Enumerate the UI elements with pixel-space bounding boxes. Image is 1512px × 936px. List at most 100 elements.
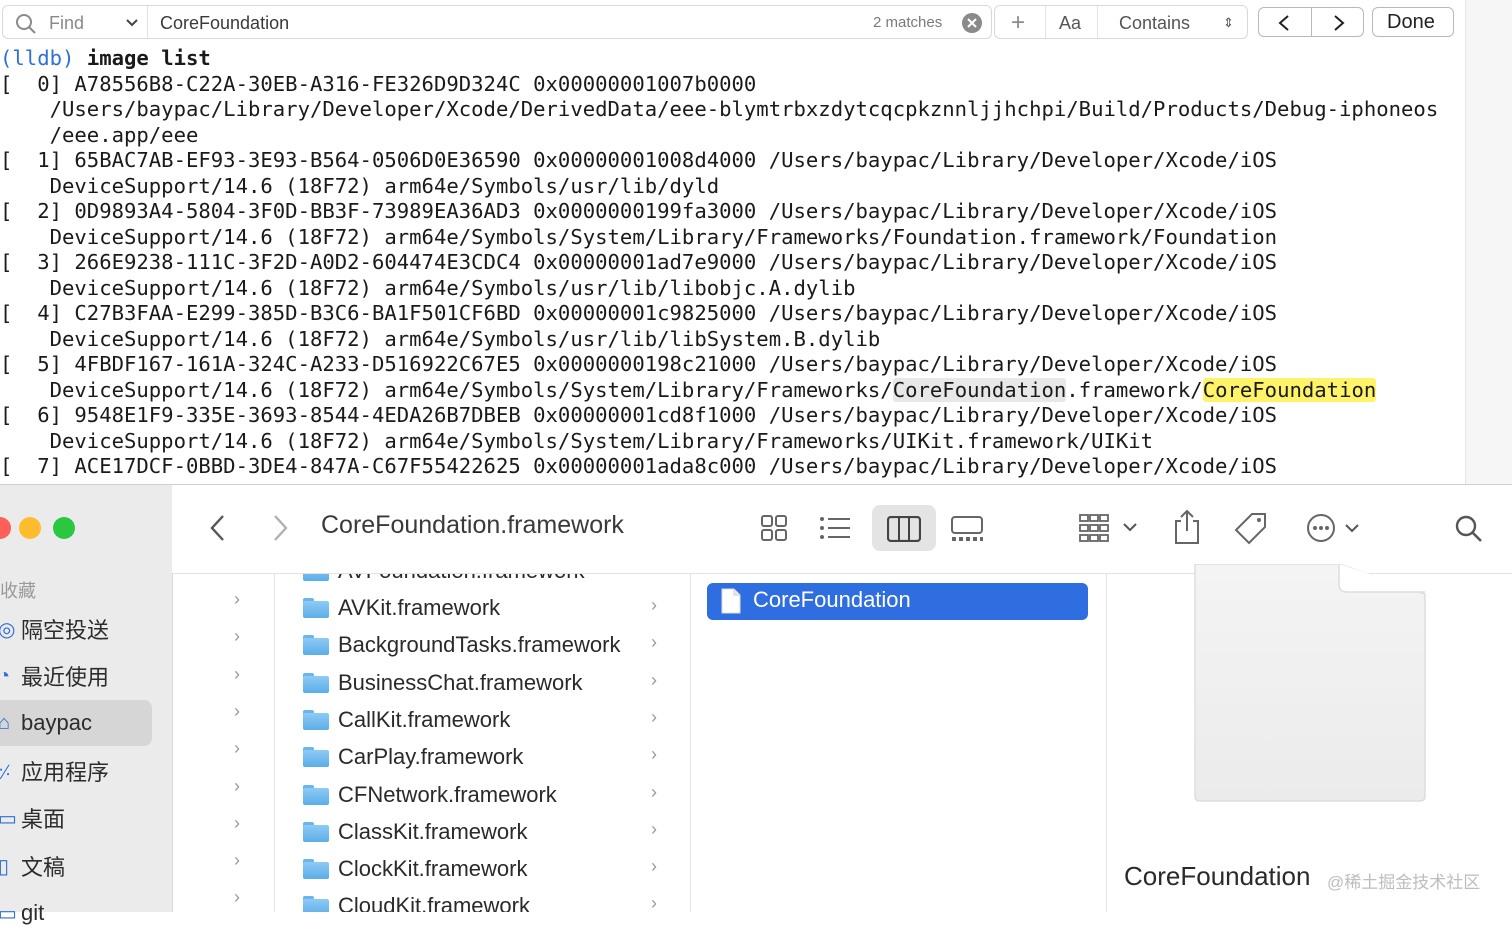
finder-toolbar: CoreFoundation.framework: [172, 485, 1512, 574]
chevron-right-icon: ›: [651, 707, 657, 727]
finder-window: 收藏 ◎隔空投送 ◔最近使用 ⌂baypac ⸓应用程序 ▭桌面 ▯文稿 ▭gi…: [0, 484, 1512, 925]
console-line: [ 5] 4FBDF167-161A-324C-A233-D516922C67E…: [0, 352, 1278, 376]
match-mode-select[interactable]: Contains: [1119, 6, 1190, 40]
console-line: DeviceSupport/14.6 (18F72) arm64e/Symbol…: [0, 429, 1154, 453]
sidebar-item-git[interactable]: ▭ git: [0, 890, 152, 936]
folder-icon: ▭: [0, 902, 17, 925]
debug-console[interactable]: (lldb) image list [ 0] A78556B8-C22A-30E…: [0, 44, 1465, 484]
zoom-window-button[interactable]: [53, 517, 75, 539]
selected-file-row[interactable]: CoreFoundation: [707, 583, 1088, 620]
more-actions-icon[interactable]: [1306, 513, 1366, 543]
list-item[interactable]: ClockKit.framework ›: [275, 850, 690, 887]
list-item[interactable]: BusinessChat.framework ›: [275, 664, 690, 701]
sidebar-section-favorites: 收藏: [0, 581, 36, 601]
group-button[interactable]: [1078, 513, 1138, 543]
icon-view-button[interactable]: [760, 514, 788, 542]
finder-sidebar: 收藏 ◎隔空投送 ◔最近使用 ⌂baypac ⸓应用程序 ▭桌面 ▯文稿 ▭gi…: [0, 485, 173, 925]
chevron-right-icon: ›: [234, 589, 240, 609]
forward-button[interactable]: [270, 513, 290, 543]
desktop-icon: ▭: [0, 807, 17, 830]
chevron-right-icon: ›: [651, 744, 657, 764]
find-field[interactable]: Find CoreFoundation 2 matches: [2, 5, 992, 39]
divider: [147, 6, 148, 38]
list-item[interactable]: BackgroundTasks.framework ›: [275, 626, 690, 663]
updown-chevron-icon[interactable]: ⇕: [1223, 6, 1234, 40]
done-button[interactable]: Done: [1372, 7, 1454, 37]
list-item[interactable]: ClassKit.framework ›: [275, 813, 690, 850]
sidebar-item-home[interactable]: ⌂ baypac: [0, 700, 152, 746]
lldb-prompt: (lldb): [0, 46, 75, 70]
console-line: [ 3] 266E9238-111C-3F2D-A0D2-604474E3CDC…: [0, 250, 1278, 274]
share-icon[interactable]: [1172, 509, 1202, 545]
document-icon: [721, 588, 741, 614]
console-line: DeviceSupport/14.6 (18F72) arm64e/Symbol…: [0, 225, 1278, 249]
previous-match-button[interactable]: [1277, 14, 1291, 32]
console-line: [ 0] A78556B8-C22A-30EB-A316-FE326D9D324…: [0, 72, 757, 96]
sidebar-item-recents[interactable]: ◔ 最近使用: [0, 653, 152, 699]
chevron-right-icon: ›: [651, 574, 657, 579]
column-view-button[interactable]: [872, 505, 936, 551]
document-icon: ▯: [0, 855, 10, 878]
preview-file-name: CoreFoundation: [1124, 861, 1311, 891]
column-parent[interactable]: › › › › › › › › ›: [172, 574, 275, 912]
gallery-view-button[interactable]: [950, 515, 984, 543]
plus-icon[interactable]: +: [1011, 6, 1025, 40]
folder-icon: [303, 710, 329, 730]
list-item[interactable]: CFNetwork.framework ›: [275, 776, 690, 813]
window-title: CoreFoundation.framework: [321, 511, 624, 539]
sidebar-item-documents[interactable]: ▯ 文稿: [0, 843, 152, 889]
console-prompt-line: (lldb) image list: [0, 46, 211, 71]
match-count: 2 matches: [873, 14, 943, 31]
console-line: /eee.app/eee: [0, 123, 199, 147]
watermark: @稀土掘金技术社区: [1327, 873, 1481, 892]
folder-icon: [303, 598, 329, 618]
sidebar-item-airdrop[interactable]: ◎ 隔空投送: [0, 606, 152, 652]
column-framework-contents[interactable]: CoreFoundation: [691, 574, 1107, 912]
find-mode-label[interactable]: Find: [49, 6, 84, 40]
search-input[interactable]: CoreFoundation: [160, 6, 289, 40]
list-item[interactable]: CloudKit.framework ›: [275, 887, 690, 912]
console-line: DeviceSupport/14.6 (18F72) arm64e/Symbol…: [0, 327, 881, 351]
chevron-right-icon: ›: [234, 626, 240, 646]
sidebar-item-desktop[interactable]: ▭ 桌面: [0, 795, 152, 841]
console-line: [ 2] 0D9893A4-5804-3F0D-BB3F-73989EA36AD…: [0, 199, 1278, 223]
chevron-right-icon: ›: [651, 632, 657, 652]
tag-icon[interactable]: [1234, 511, 1268, 545]
console-line: [ 4] C27B3FAA-E299-385D-B3C6-BA1F501CF6B…: [0, 301, 1278, 325]
sidebar-item-applications[interactable]: ⸓应用程序: [0, 748, 152, 794]
search-icon: [16, 14, 36, 34]
find-options: + Aa Contains ⇕: [994, 5, 1248, 39]
airdrop-icon: ◎: [0, 618, 16, 641]
minimize-window-button[interactable]: [19, 517, 41, 539]
console-highlight-line: DeviceSupport/14.6 (18F72) arm64e/Symbol…: [0, 378, 1377, 402]
chevron-down-icon[interactable]: [125, 18, 139, 28]
folder-icon: [303, 785, 329, 805]
chevron-right-icon: ›: [234, 701, 240, 721]
folder-icon: [303, 673, 329, 693]
clock-icon: ◔: [0, 664, 11, 687]
folder-icon: [303, 859, 329, 879]
search-icon[interactable]: [1454, 514, 1484, 544]
list-item[interactable]: AVFoundation.framework ›: [275, 574, 690, 589]
list-item[interactable]: AVKit.framework ›: [275, 589, 690, 626]
prev-next-group: [1258, 7, 1364, 37]
back-button[interactable]: [208, 513, 228, 543]
next-match-button[interactable]: [1332, 14, 1346, 32]
list-item[interactable]: CallKit.framework ›: [275, 701, 690, 738]
chevron-right-icon: ›: [234, 813, 240, 833]
column-frameworks[interactable]: AVFoundation.framework › AVKit.framework…: [275, 574, 691, 912]
folder-icon: [303, 896, 329, 912]
preview-pane: CoreFoundation @稀土掘金技术社区: [1107, 564, 1512, 912]
clear-icon[interactable]: [961, 12, 983, 34]
scrollbar[interactable]: [1465, 0, 1512, 484]
match-case-button[interactable]: Aa: [1059, 6, 1081, 40]
file-preview-icon: [1194, 564, 1426, 802]
console-line: DeviceSupport/14.6 (18F72) arm64e/Symbol…: [0, 276, 856, 300]
console-command: image list: [86, 46, 211, 70]
folder-icon: [303, 635, 329, 655]
list-view-button[interactable]: [818, 515, 852, 541]
applications-icon: ⸓: [0, 758, 16, 785]
selected-file-name: CoreFoundation: [753, 587, 911, 612]
close-window-button[interactable]: [0, 517, 11, 539]
list-item[interactable]: CarPlay.framework ›: [275, 738, 690, 775]
